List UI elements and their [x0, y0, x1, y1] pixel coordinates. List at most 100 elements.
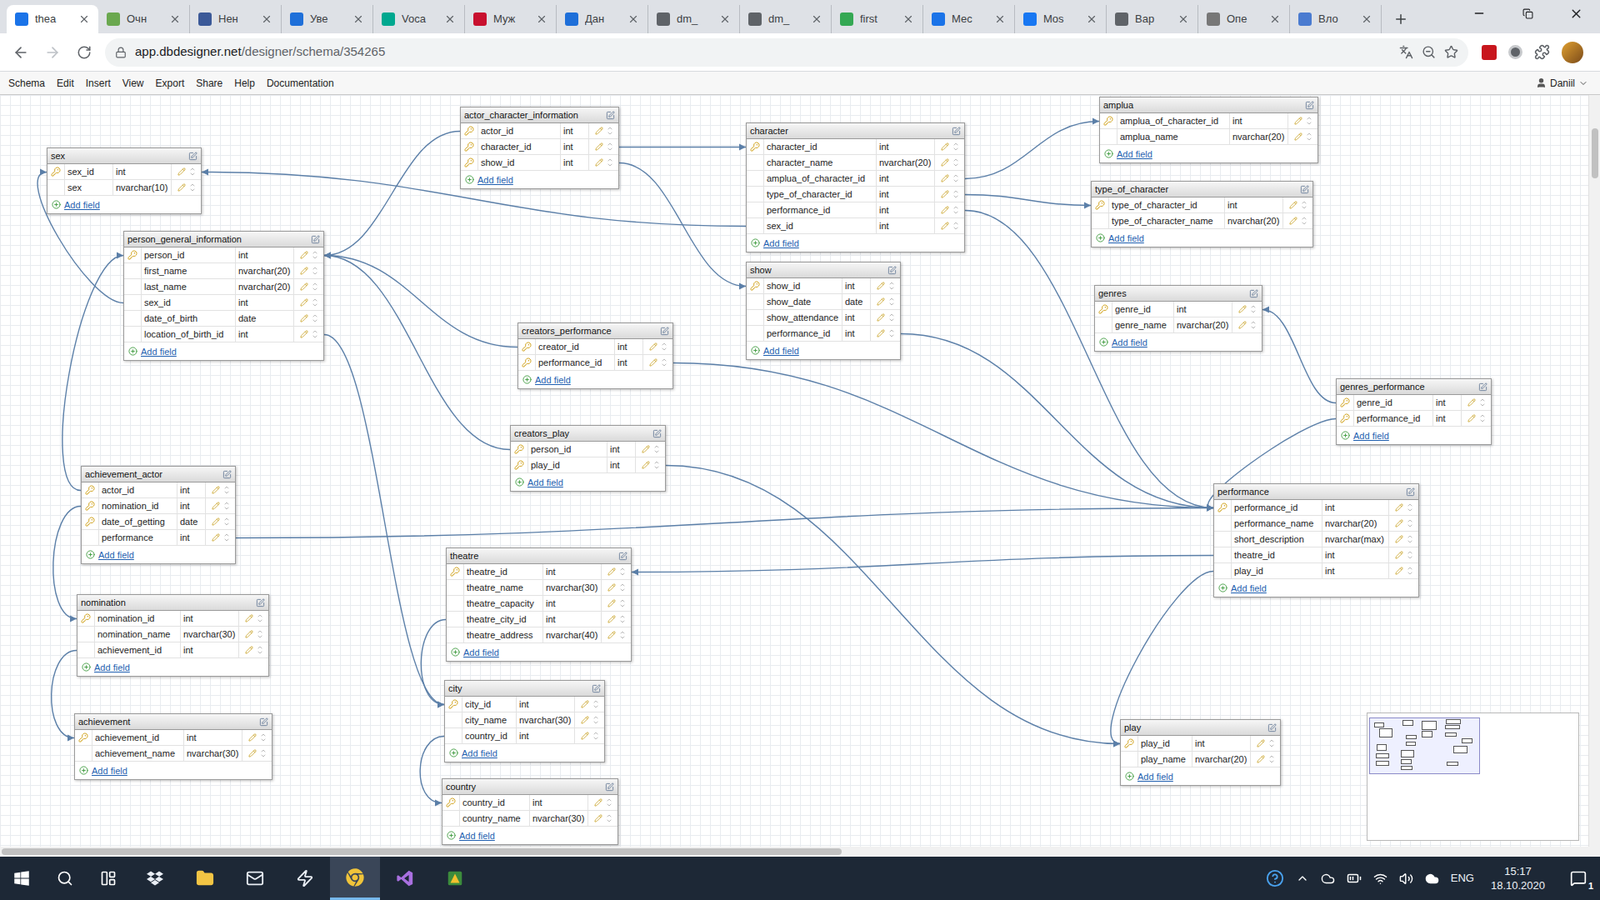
move-down-icon[interactable]	[619, 634, 626, 641]
task-view-button[interactable]	[86, 856, 130, 900]
field-row[interactable]: sexnvarchar(10)	[47, 180, 201, 196]
edit-field-icon[interactable]	[594, 798, 603, 807]
close-tab-icon[interactable]	[535, 13, 548, 25]
field-row[interactable]: type_of_character_idint	[1091, 197, 1313, 214]
edit-table-icon[interactable]	[1300, 185, 1310, 195]
field-row[interactable]: city_idint	[445, 696, 605, 713]
move-field-icon[interactable]	[1479, 412, 1486, 425]
field-row[interactable]: country_idint	[442, 795, 618, 811]
add-field-icon[interactable]	[81, 662, 91, 672]
move-down-icon[interactable]	[1300, 220, 1308, 227]
edit-field-icon[interactable]	[177, 167, 186, 176]
taskbar-app[interactable]	[230, 856, 280, 900]
move-down-icon[interactable]	[1305, 135, 1313, 143]
add-field-link[interactable]: Add field	[98, 549, 135, 561]
move-down-icon[interactable]	[1305, 120, 1313, 127]
edit-table-icon[interactable]	[1305, 100, 1315, 110]
move-field-icon[interactable]	[619, 629, 626, 641]
relation-line[interactable]	[420, 620, 446, 709]
close-tab-icon[interactable]	[260, 13, 273, 25]
edit-field-icon[interactable]	[580, 731, 590, 740]
move-field-icon[interactable]	[888, 295, 895, 308]
add-field-link[interactable]: Add field	[463, 646, 500, 659]
add-field-link[interactable]: Add field	[1108, 232, 1145, 245]
move-up-icon[interactable]	[605, 796, 613, 804]
move-down-icon[interactable]	[653, 464, 660, 471]
move-down-icon[interactable]	[619, 602, 626, 610]
move-field-icon[interactable]	[311, 296, 319, 309]
edit-field-icon[interactable]	[1467, 398, 1476, 407]
field-row[interactable]: achievement_namenvarchar(30)	[75, 745, 272, 762]
close-tab-icon[interactable]	[902, 13, 915, 25]
move-up-icon[interactable]	[1305, 115, 1313, 122]
edit-field-icon[interactable]	[248, 749, 257, 758]
relation-line[interactable]	[324, 252, 518, 348]
relation-line[interactable]	[235, 505, 1214, 539]
move-down-icon[interactable]	[1406, 570, 1414, 577]
add-field-icon[interactable]	[85, 550, 95, 560]
table-card[interactable]: performanceperformance_idintperformance_…	[1213, 483, 1420, 598]
table-card[interactable]: achievementachievement_idintachievement_…	[74, 713, 273, 780]
edit-table-icon[interactable]	[222, 470, 232, 480]
close-tab-icon[interactable]	[810, 13, 823, 25]
move-field-icon[interactable]	[605, 796, 613, 809]
add-field-link[interactable]: Add field	[1230, 582, 1267, 595]
move-down-icon[interactable]	[952, 193, 960, 200]
move-up-icon[interactable]	[619, 613, 626, 620]
add-field-row[interactable]: Add field	[1095, 333, 1262, 351]
browser-tab[interactable]: Mos	[1015, 5, 1107, 34]
move-field-icon[interactable]	[311, 328, 319, 340]
move-field-icon[interactable]	[888, 280, 895, 292]
move-down-icon[interactable]	[888, 300, 895, 308]
close-tab-icon[interactable]	[444, 13, 456, 25]
move-down-icon[interactable]	[311, 301, 319, 309]
add-field-link[interactable]: Add field	[94, 661, 130, 674]
table-card[interactable]: achievement_actoractor_idintnomination_i…	[80, 465, 236, 565]
relation-line[interactable]	[420, 736, 445, 807]
edit-field-icon[interactable]	[1238, 320, 1247, 330]
edit-table-icon[interactable]	[618, 551, 628, 561]
field-row[interactable]: person_idint	[510, 441, 665, 458]
move-down-icon[interactable]	[619, 586, 626, 594]
move-up-icon[interactable]	[189, 181, 196, 189]
add-field-link[interactable]: Add field	[477, 174, 514, 186]
move-field-icon[interactable]	[256, 644, 264, 656]
field-row[interactable]: last_namenvarchar(20)	[124, 279, 324, 295]
browser-tab[interactable]: dm_	[648, 5, 740, 34]
add-field-icon[interactable]	[1099, 337, 1109, 347]
move-down-icon[interactable]	[592, 719, 600, 726]
move-field-icon[interactable]	[1268, 737, 1275, 750]
add-field-icon[interactable]	[51, 200, 61, 210]
field-row[interactable]: character_namenvarchar(20)	[746, 155, 965, 171]
field-row[interactable]: performance_idint	[1214, 500, 1419, 516]
move-down-icon[interactable]	[888, 332, 895, 340]
relation-line[interactable]	[324, 131, 460, 260]
move-down-icon[interactable]	[1406, 522, 1414, 530]
move-up-icon[interactable]	[256, 628, 264, 635]
table-header[interactable]: performance	[1214, 484, 1419, 500]
edit-field-icon[interactable]	[580, 700, 590, 709]
field-row[interactable]: type_of_character_namenvarchar(20)	[1091, 213, 1313, 230]
move-field-icon[interactable]	[1406, 517, 1414, 530]
add-field-row[interactable]: Add field	[445, 744, 605, 762]
table-header[interactable]: city	[445, 680, 605, 697]
move-field-icon[interactable]	[311, 265, 319, 277]
edit-field-icon[interactable]	[940, 174, 950, 183]
move-down-icon[interactable]	[888, 285, 895, 292]
edit-table-icon[interactable]	[951, 126, 961, 136]
close-tab-icon[interactable]	[627, 13, 640, 25]
move-up-icon[interactable]	[1300, 215, 1308, 222]
move-up-icon[interactable]	[189, 165, 196, 173]
table-header[interactable]: genres	[1095, 285, 1262, 302]
move-field-icon[interactable]	[1250, 319, 1257, 331]
move-up-icon[interactable]	[311, 265, 319, 272]
edit-field-icon[interactable]	[580, 715, 590, 725]
move-field-icon[interactable]	[619, 581, 626, 594]
add-field-row[interactable]: Add field	[460, 170, 619, 189]
close-tab-icon[interactable]	[1085, 13, 1098, 25]
move-up-icon[interactable]	[256, 612, 264, 620]
field-row[interactable]: person_idint	[124, 247, 324, 264]
table-header[interactable]: actor_character_information	[460, 107, 619, 124]
new-tab-button[interactable]	[1386, 5, 1415, 34]
start-button[interactable]	[0, 856, 44, 900]
